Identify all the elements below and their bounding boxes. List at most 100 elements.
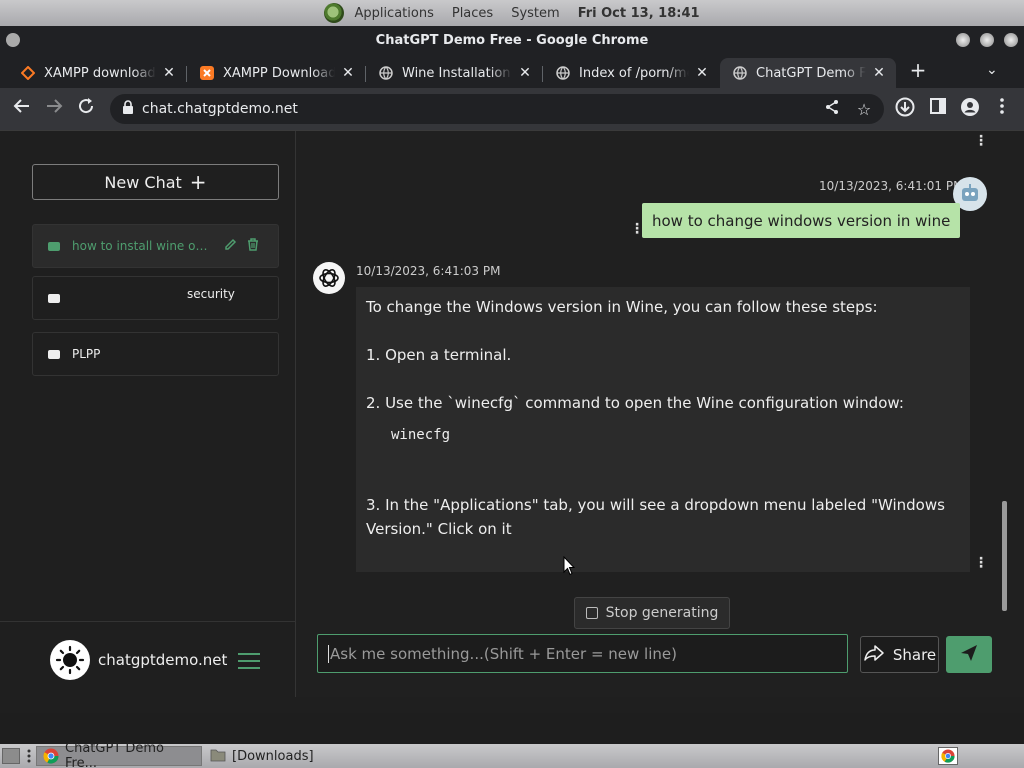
taskbar: ChatGPT Demo Fre... [Downloads] <box>0 741 1024 768</box>
minimize-button[interactable] <box>956 33 970 47</box>
tab-title: ChatGPT Demo Fre <box>756 65 866 81</box>
side-panel-icon[interactable] <box>926 97 950 121</box>
chat-input[interactable]: Ask me something...(Shift + Enter = new … <box>317 634 848 673</box>
tab-search-chevron-icon[interactable]: ⌄ <box>986 62 998 78</box>
window-title-bar: ChatGPT Demo Free - Google Chrome <box>0 26 1024 54</box>
address-bar[interactable]: chat.chatgptdemo.net ☆ <box>110 94 884 124</box>
openai-logo-icon <box>313 262 345 294</box>
show-desktop-icon[interactable] <box>2 748 20 764</box>
clock[interactable]: Fri Oct 13, 18:41 <box>578 6 700 21</box>
web-page: New Chat + how to install wine on ar... … <box>0 130 1024 713</box>
send-button[interactable] <box>946 636 992 673</box>
stop-generating-button[interactable]: Stop generating <box>574 597 730 629</box>
window-menu-icon[interactable] <box>6 33 20 47</box>
close-tab-icon[interactable]: ✕ <box>518 65 532 81</box>
bookmark-star-icon[interactable]: ☆ <box>852 100 876 119</box>
chat-bubble-icon <box>48 241 60 251</box>
message-paragraph: 1. Open a terminal. <box>366 346 512 364</box>
conversation-item[interactable]: how to install wine on ar... <box>32 224 279 268</box>
profile-icon[interactable] <box>958 97 982 121</box>
close-tab-icon[interactable]: ✕ <box>162 65 176 81</box>
message-paragraph: 2. Use the `winecfg` command to open the… <box>366 394 904 412</box>
maximize-button[interactable] <box>980 33 994 47</box>
chrome-menu-icon[interactable] <box>990 97 1014 121</box>
tab-index-of[interactable]: Index of /porn/med ✕ <box>543 58 719 88</box>
user-message-text: how to change windows version in wine <box>652 211 951 230</box>
folder-icon <box>210 748 226 764</box>
system-menu[interactable]: System <box>511 6 559 21</box>
share-button[interactable]: Share <box>860 636 939 673</box>
tab-strip: XAMPP download | ✕ XAMPP Download ✕ Wine… <box>0 54 1024 88</box>
message-options-icon[interactable]: ⋮ <box>630 221 644 237</box>
share-arrow-icon <box>863 644 885 666</box>
chat-bubble-icon <box>48 349 60 359</box>
globe-icon <box>732 65 748 81</box>
assistant-message-bubble: To change the Windows version in Wine, y… <box>356 287 970 572</box>
mouse-cursor <box>563 555 576 580</box>
edit-pencil-icon[interactable] <box>224 238 237 255</box>
tab-wine-installation[interactable]: Wine Installation a ✕ <box>366 58 542 88</box>
tab-xampp-download-1[interactable]: XAMPP download | ✕ <box>8 58 186 88</box>
code-block: winecfg <box>391 427 451 443</box>
stop-generating-label: Stop generating <box>605 605 719 621</box>
new-chat-label: New Chat <box>104 172 182 192</box>
top-panel: Applications Places System Fri Oct 13, 1… <box>0 0 1024 26</box>
taskbar-item-chrome[interactable]: ChatGPT Demo Fre... <box>36 741 202 768</box>
tab-chatgpt-demo[interactable]: ChatGPT Demo Fre ✕ <box>720 58 896 88</box>
conversation-item[interactable]: security <box>32 276 279 320</box>
tab-title: XAMPP download | <box>44 65 156 81</box>
globe-icon <box>378 65 394 81</box>
window-title: ChatGPT Demo Free - Google Chrome <box>375 32 649 48</box>
applications-menu[interactable]: Applications <box>354 6 433 21</box>
download-icon[interactable] <box>893 97 917 121</box>
lock-icon[interactable] <box>122 100 136 118</box>
taskbar-item-label: [Downloads] <box>232 748 314 764</box>
chat-bubble-icon <box>48 293 60 303</box>
taskbar-handle-icon <box>26 747 32 765</box>
url-text[interactable]: chat.chatgptdemo.net <box>142 101 820 117</box>
conversation-title: PLPP <box>72 347 101 361</box>
sidebar-footer: chatgptdemo.net <box>0 621 296 697</box>
close-tab-icon[interactable]: ✕ <box>872 65 886 81</box>
send-paper-plane-icon <box>960 644 978 666</box>
message-timestamp: 10/13/2023, 6:41:01 PM <box>819 179 964 193</box>
chrome-tray-icon[interactable] <box>938 747 958 765</box>
chat-area: ⋮ 10/13/2023, 6:41:01 PM how to change w… <box>297 131 1024 697</box>
message-options-icon[interactable]: ⋮ <box>974 555 988 571</box>
back-arrow-icon[interactable] <box>10 97 34 121</box>
reload-icon[interactable] <box>74 97 98 121</box>
conversation-title: how to install wine on ar... <box>72 239 214 253</box>
sun-logo-icon[interactable] <box>50 640 90 680</box>
chat-sidebar: New Chat + how to install wine on ar... … <box>0 131 296 697</box>
xampp-icon <box>20 65 36 81</box>
stop-square-icon <box>585 607 598 619</box>
gnome-foot-icon[interactable] <box>324 3 345 23</box>
close-tab-icon[interactable]: ✕ <box>695 65 709 81</box>
places-menu[interactable]: Places <box>452 6 493 21</box>
globe-icon <box>555 65 571 81</box>
new-tab-button[interactable]: + <box>906 59 930 83</box>
taskbar-item-label: ChatGPT Demo Fre... <box>65 741 164 768</box>
chrome-icon <box>43 748 59 764</box>
plus-icon: + <box>189 170 207 194</box>
forward-arrow-icon[interactable] <box>42 97 66 121</box>
hamburger-menu-icon[interactable] <box>238 653 260 674</box>
user-message-bubble: how to change windows version in wine <box>642 203 961 238</box>
tab-title: Index of /porn/med <box>579 65 689 81</box>
chat-input-placeholder: Ask me something...(Shift + Enter = new … <box>330 644 677 663</box>
close-window-button[interactable] <box>1004 33 1018 47</box>
brand-name[interactable]: chatgptdemo.net <box>98 651 227 669</box>
tab-xampp-download-2[interactable]: XAMPP Download ✕ <box>187 58 365 88</box>
tab-title: Wine Installation a <box>402 65 512 81</box>
conversation-item[interactable]: PLPP <box>32 332 279 376</box>
delete-trash-icon[interactable] <box>247 237 259 255</box>
more-options-icon[interactable]: ⋮ <box>974 133 988 149</box>
tab-title: XAMPP Download <box>223 65 335 81</box>
share-page-icon[interactable] <box>820 99 844 119</box>
close-tab-icon[interactable]: ✕ <box>341 65 355 81</box>
new-chat-button[interactable]: New Chat + <box>32 164 279 200</box>
xampp-icon <box>199 65 215 81</box>
chat-scrollbar-thumb[interactable] <box>1002 501 1007 611</box>
taskbar-item-downloads[interactable]: [Downloads] <box>204 746 344 766</box>
message-paragraph: To change the Windows version in Wine, y… <box>366 298 878 316</box>
